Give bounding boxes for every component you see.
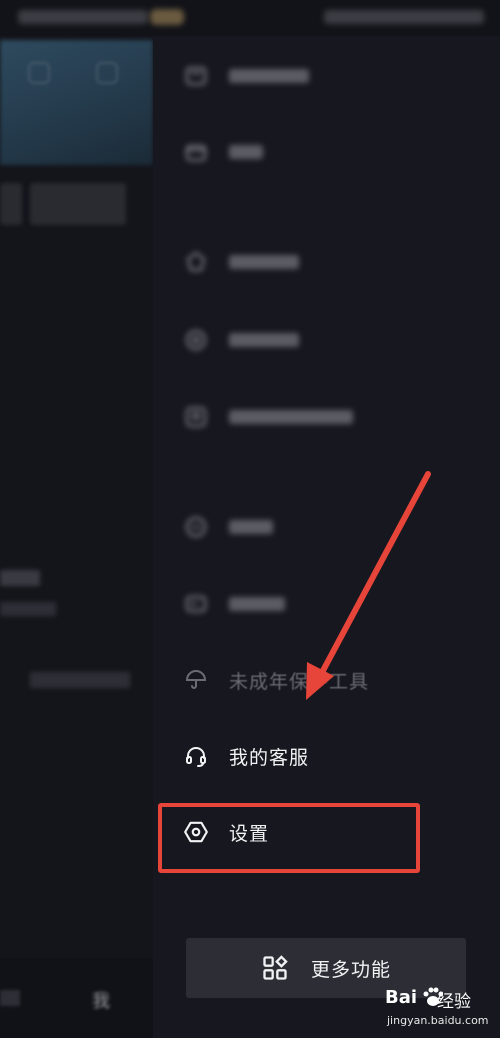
status-left bbox=[18, 10, 148, 24]
blurred-tab bbox=[0, 990, 20, 1006]
drawer-item-circle[interactable] bbox=[183, 320, 299, 360]
profile-banner bbox=[0, 40, 153, 165]
cart-icon bbox=[183, 63, 209, 89]
badge-icon bbox=[183, 404, 209, 430]
blurred-text bbox=[30, 672, 130, 688]
banner-icon bbox=[96, 62, 118, 84]
blurred-text bbox=[0, 570, 40, 586]
tab-me[interactable]: 我 bbox=[92, 987, 110, 1013]
settings-highlight-box bbox=[158, 803, 420, 873]
blurred-label bbox=[229, 145, 263, 159]
watermark-suffix: 经验 bbox=[437, 992, 471, 1012]
blurred-label bbox=[229, 333, 299, 347]
blurred-label bbox=[229, 69, 309, 83]
blurred-label bbox=[229, 597, 285, 611]
headset-icon bbox=[183, 743, 209, 769]
blurred-label bbox=[229, 255, 299, 269]
drawer-item-customer-service[interactable]: 我的客服 bbox=[183, 736, 309, 776]
miniapp-icon bbox=[183, 514, 209, 540]
baidu-watermark: Bai 经验 jingyan.baidu.com bbox=[383, 985, 498, 1035]
status-emoji bbox=[150, 9, 184, 25]
status-bar bbox=[0, 0, 500, 36]
bottom-tab-bar bbox=[0, 958, 153, 1038]
blurred-text bbox=[0, 602, 56, 616]
circle-icon bbox=[183, 327, 209, 353]
blurred-chip bbox=[0, 183, 22, 225]
drawer-item-center[interactable] bbox=[183, 397, 353, 437]
drawer-item-wallet[interactable] bbox=[183, 132, 263, 172]
blurred-label bbox=[229, 520, 273, 534]
status-right bbox=[324, 10, 484, 24]
drawer-item-card[interactable] bbox=[183, 584, 285, 624]
blurred-chip bbox=[30, 183, 126, 225]
umbrella-icon bbox=[183, 667, 209, 693]
wallet-icon bbox=[183, 139, 209, 165]
watermark-url: jingyan.baidu.com bbox=[387, 1014, 489, 1027]
drawer-item-minor-protection[interactable]: 未成年保护工具 bbox=[183, 660, 369, 700]
card-icon bbox=[183, 591, 209, 617]
shield-icon bbox=[183, 249, 209, 275]
drawer-item-orders[interactable] bbox=[183, 56, 309, 96]
watermark-brand: Bai bbox=[385, 987, 418, 1008]
drawer-item-protection[interactable] bbox=[183, 242, 299, 282]
drawer-item-miniapp[interactable] bbox=[183, 507, 273, 547]
grid-icon bbox=[261, 954, 289, 982]
background-app-pane: 我 bbox=[0, 0, 153, 1038]
blurred-label bbox=[229, 410, 353, 424]
banner-icon bbox=[28, 62, 50, 84]
